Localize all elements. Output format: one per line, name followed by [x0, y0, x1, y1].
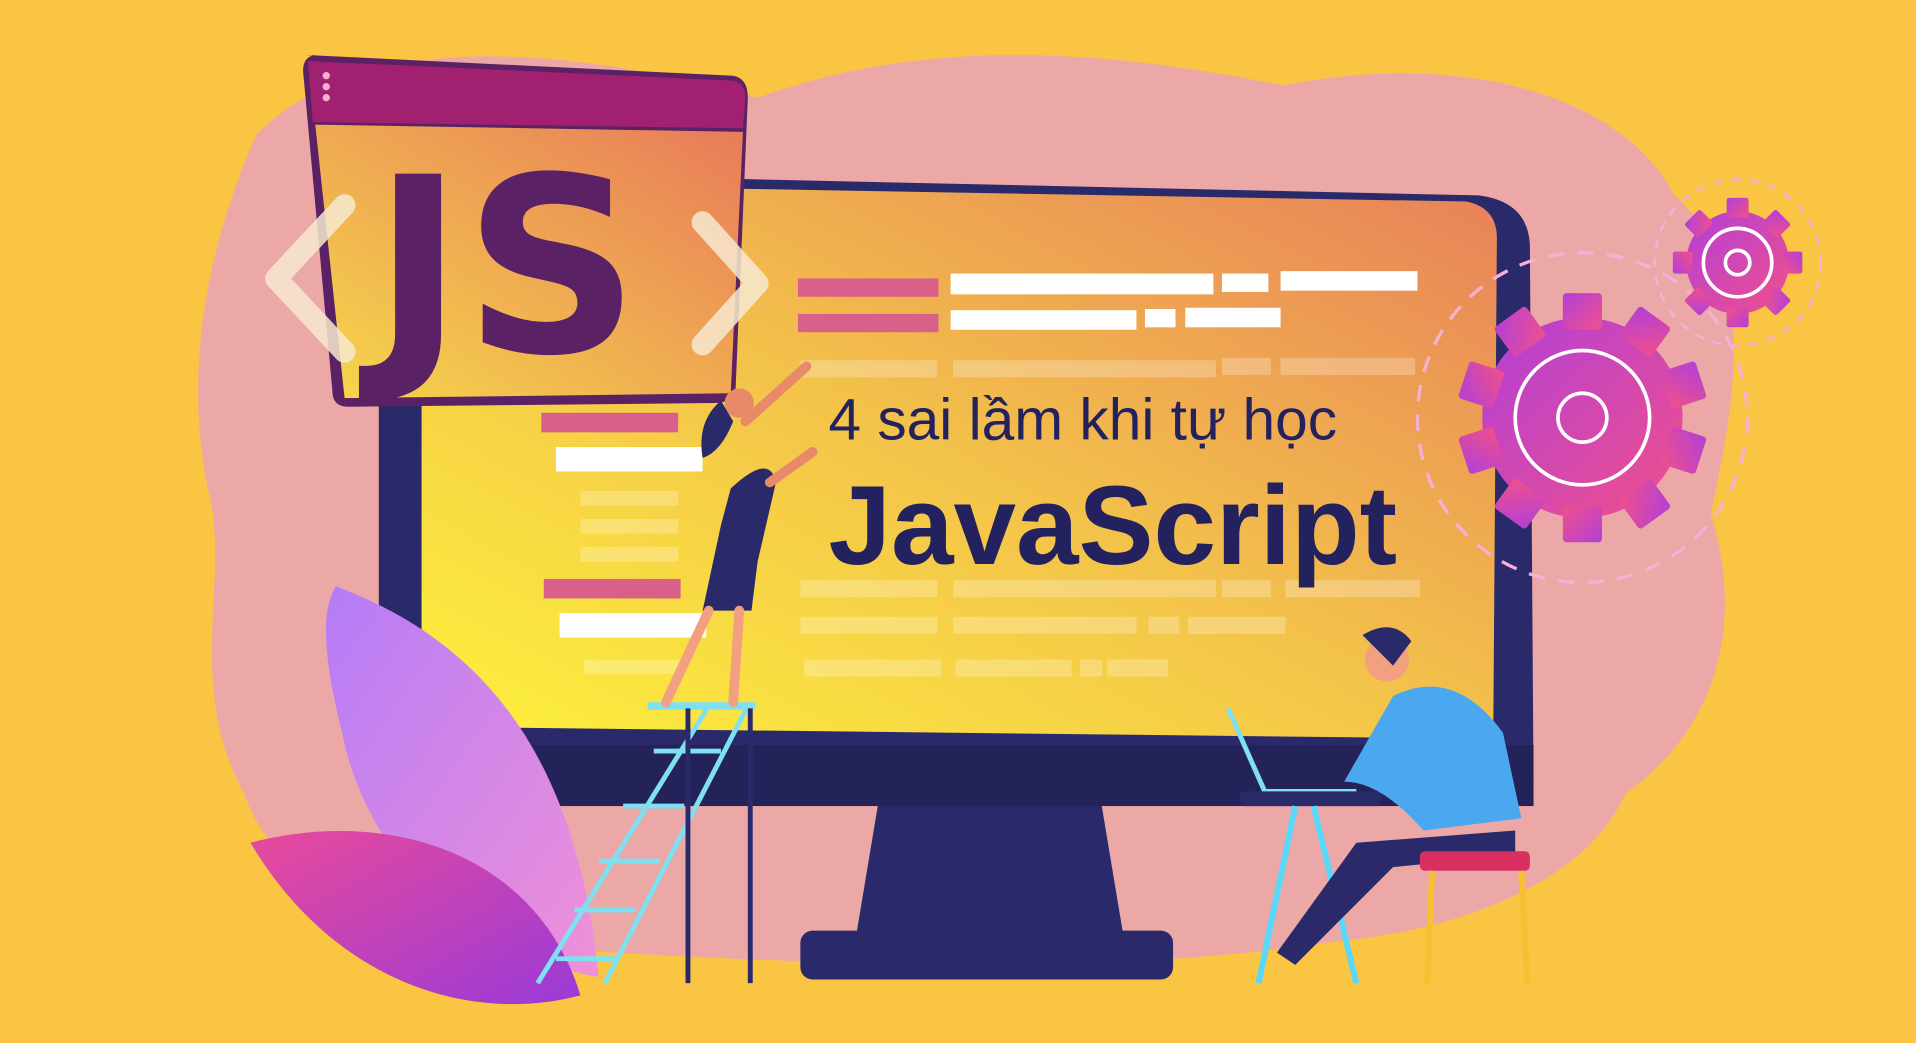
title: JavaScript — [828, 462, 1397, 588]
js-logo-text: JS — [359, 125, 640, 410]
js-window: JS — [265, 54, 769, 410]
banner-illustration: JS 4 sai lầm khi tự học JavaScript — [0, 0, 1916, 1043]
subtitle: 4 sai lầm khi tự học — [828, 388, 1337, 453]
